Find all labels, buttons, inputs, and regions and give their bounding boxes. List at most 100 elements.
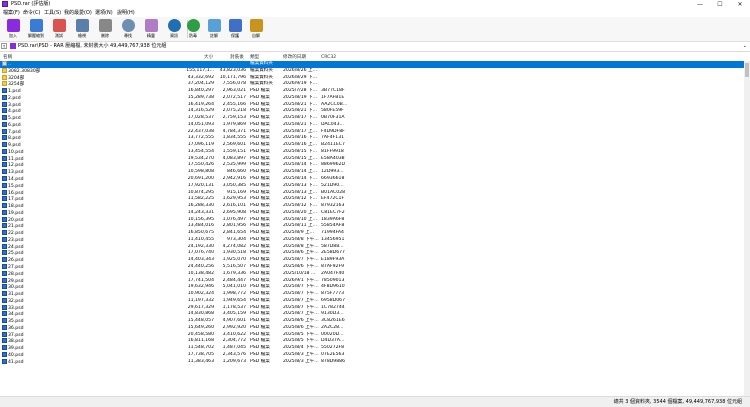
file-name: 16.psd bbox=[8, 190, 24, 196]
parent-folder-row[interactable]: .. 檔案資料夾 bbox=[0, 61, 750, 68]
file-row[interactable]: 27.psd 24,440,256 5,516,507 PSD 檔案 2025/8/6 … bbox=[0, 263, 750, 271]
extract-to-button[interactable]: 解壓縮到 bbox=[27, 18, 45, 40]
sfx-button[interactable]: 自解 bbox=[247, 18, 265, 40]
file-row[interactable]: 20.psd 10,156,395 1,076,497 PSD 檔案 2025/8/10… bbox=[0, 216, 750, 224]
file-row[interactable]: 22.psd 16,850,675 2,841,654 PSD 檔案 2025/8/9 … bbox=[0, 230, 750, 237]
cell-type: PSD 檔案 bbox=[250, 277, 270, 283]
file-row[interactable]: 13.psd 10,598,808 846,660 PSD 檔案 2025/8/14 上… bbox=[0, 169, 750, 176]
file-row[interactable]: 38.psd 16,811,168 2,304,772 PSD 檔案 2025/8/5 … bbox=[0, 338, 750, 345]
close-button[interactable]: ✕ bbox=[730, 0, 750, 9]
column-crc[interactable]: CRC32 bbox=[321, 54, 336, 61]
column-packed[interactable]: 封裝後 bbox=[230, 54, 244, 61]
add-button[interactable]: 加入 bbox=[4, 18, 22, 40]
virus-scan-button[interactable]: 防毒 bbox=[184, 18, 202, 40]
file-row[interactable]: 16.psd 10,874,295 915,169 PSD 檔案 2025/8/13 上… bbox=[0, 189, 750, 197]
file-row[interactable]: 39.psd 11,548,702 1,487,045 PSD 檔案 2025/8/4 … bbox=[0, 345, 750, 352]
file-row[interactable]: 31.psd 10,902,324 1,998,772 PSD 檔案 2025/8/7 … bbox=[0, 291, 750, 298]
cell-modified: 2025/8/21 下... bbox=[283, 108, 317, 114]
file-row[interactable]: 32.psd 11,197,332 1,949,654 PSD 檔案 2025/8/7 … bbox=[0, 297, 750, 305]
view-button[interactable]: 檢視 bbox=[73, 18, 91, 40]
menu-file[interactable]: 檔案(F) bbox=[3, 9, 20, 17]
file-row[interactable]: 26.psd 14,403,343 1,925,070 PSD 檔案 2025/8/7 … bbox=[0, 257, 750, 264]
menu-commands[interactable]: 命令(C) bbox=[23, 9, 40, 17]
cell-size: 17,076,740 bbox=[187, 250, 214, 256]
cell-size: 17,920,131 bbox=[187, 182, 214, 188]
file-row[interactable]: 34.psd 14,830,868 3,405,159 PSD 檔案 2025/8/7 … bbox=[0, 311, 750, 318]
address-dropdown[interactable]: ⌄ bbox=[743, 42, 747, 51]
cell-type: PSD 檔案 bbox=[250, 196, 270, 202]
cell-type: PSD 檔案 bbox=[250, 338, 270, 344]
file-row[interactable]: 6.psd 14,051,093 1,979,869 PSD 檔案 2025/8/21 … bbox=[0, 121, 750, 129]
delete-button[interactable]: 刪除 bbox=[96, 18, 114, 40]
cell-crc: 9130D3... bbox=[321, 311, 344, 317]
scrollbar-thumb[interactable] bbox=[745, 63, 749, 77]
file-row[interactable]: 33.psd 29,617,329 1,178,537 PSD 檔案 2025/8/7 … bbox=[0, 304, 750, 312]
file-row[interactable]: 30.psd 19,632,946 5,041,010 PSD 檔案 2025/8/7 … bbox=[0, 284, 750, 291]
file-row[interactable]: 11.psd 19,534,270 4,083,897 PSD 檔案 2025/8/15… bbox=[0, 155, 750, 163]
file-row[interactable]: 15.psd 17,920,131 3,050,385 PSD 檔案 2025/8/13… bbox=[0, 182, 750, 190]
file-row[interactable]: 14.psd 20,691,200 2,942,916 PSD 檔案 2025/8/14… bbox=[0, 176, 750, 183]
cell-size: 10,156,395 bbox=[187, 216, 214, 222]
file-row[interactable]: 37.psd 20,458,580 3,410,622 PSD 檔案 2025/8/5 … bbox=[0, 331, 750, 339]
file-list[interactable]: .. 檔案資料夾 3082.30830部 155,117,1... 43,823,036… bbox=[0, 61, 750, 396]
file-row[interactable]: 28.psd 10,138,482 1,679,336 PSD 檔案 2025/10/1… bbox=[0, 270, 750, 278]
column-modified[interactable]: 修改的日期 bbox=[283, 54, 306, 61]
psd-file-icon bbox=[2, 101, 7, 107]
cell-type: PSD 檔案 bbox=[250, 115, 270, 121]
cell-crc: F4D9DF8F bbox=[321, 128, 345, 134]
file-row[interactable]: 2.psd 15,289,738 2,072,517 PSD 檔案 2025/8/19 … bbox=[0, 94, 750, 102]
file-row[interactable]: 29.psd 17,741,504 2,484,447 PSD 檔案 2026/9/1 … bbox=[0, 277, 750, 285]
file-row[interactable]: 10.psd 13,454,554 1,559,151 PSD 檔案 2025/8/15… bbox=[0, 148, 750, 156]
file-row[interactable]: 36.psd 15,649,260 2,992,920 PSD 檔案 2025/8/6 … bbox=[0, 324, 750, 332]
cell-size: 14,316,529 bbox=[187, 108, 214, 114]
comment-button[interactable]: 註解 bbox=[205, 18, 223, 40]
folder-row[interactable]: 3254部 37,204,129 7,556,078 檔案資料夾 2026/9/19 下… bbox=[0, 81, 750, 88]
wizard-button[interactable]: 精靈 bbox=[142, 18, 160, 40]
maximize-button[interactable]: ☐ bbox=[710, 0, 730, 9]
cell-modified: 2025/7/28 下... bbox=[283, 88, 317, 94]
file-row[interactable]: 7.psd 22,437,038 4,784,371 PSD 檔案 2025/8/17 … bbox=[0, 128, 750, 136]
find-button[interactable]: 尋找 bbox=[119, 18, 137, 40]
column-name[interactable]: 名稱 bbox=[3, 54, 12, 61]
file-row[interactable]: 18.psd 16,288,330 2,616,101 PSD 檔案 2025/8/12… bbox=[0, 203, 750, 210]
file-row[interactable]: 9.psd 17,096,119 2,569,601 PSD 檔案 2025/8/16 … bbox=[0, 142, 750, 149]
file-row[interactable]: 19.psd 14,243,331 2,695,908 PSD 檔案 2025/8/20… bbox=[0, 209, 750, 217]
file-row[interactable]: 3.psd 16,419,264 2,455,166 PSD 檔案 2025/8/21 … bbox=[0, 101, 750, 109]
menu-tools[interactable]: 工具(S) bbox=[44, 9, 61, 17]
column-size[interactable]: 大小 bbox=[204, 54, 213, 61]
file-row[interactable]: 24.psd 24,192,330 4,274,082 PSD 檔案 2025/8/8 … bbox=[0, 243, 750, 251]
file-row[interactable]: 17.psd 11,582,225 1,629,953 PSD 檔案 2025/8/12… bbox=[0, 196, 750, 203]
cell-size: 19,534,270 bbox=[187, 155, 214, 161]
folder-row[interactable]: 3204部 43,332,692 10,171,796 檔案資料夾 2026/8/29 … bbox=[0, 74, 750, 82]
file-row[interactable]: 4.psd 14,316,529 2,075,218 PSD 檔案 2025/8/21 … bbox=[0, 108, 750, 115]
up-one-level-button[interactable]: ↑ bbox=[1, 43, 7, 49]
cell-type: PSD 檔案 bbox=[250, 162, 270, 168]
folder-row[interactable]: 3082.30830部 155,117,1... 43,823,036 檔案資料夾 20… bbox=[0, 67, 750, 75]
menu-help[interactable]: 說明(H) bbox=[117, 9, 135, 17]
test-button[interactable]: 測試 bbox=[50, 18, 68, 40]
file-row[interactable]: 12.psd 17,550,426 2,535,999 PSD 檔案 2025/8/14… bbox=[0, 162, 750, 169]
info-button[interactable]: 資訊 bbox=[165, 18, 183, 40]
cell-crc: 8869962D bbox=[321, 162, 345, 168]
psd-file-icon bbox=[2, 318, 7, 324]
cell-modified: 2025/8/7 上午... bbox=[283, 297, 319, 303]
vertical-scrollbar[interactable] bbox=[744, 61, 750, 396]
file-row[interactable]: 41.psd 11,383,463 1,209,673 PSD 檔案 2025/8/3 … bbox=[0, 358, 750, 366]
file-row[interactable]: 1.psd 16,840,297 2,963,021 PSD 檔案 2025/7/28 … bbox=[0, 88, 750, 95]
cell-crc: 81FF9918 bbox=[321, 148, 344, 154]
file-row[interactable]: 35.psd 15,448,057 4,907,601 PSD 檔案 2025/8/6 … bbox=[0, 318, 750, 325]
cell-crc: 4F8D9610 bbox=[321, 284, 345, 290]
file-row[interactable]: 25.psd 17,076,740 1,930,518 PSD 檔案 2025/8/6 … bbox=[0, 250, 750, 257]
protect-button[interactable]: 保護 bbox=[226, 18, 244, 40]
file-row[interactable]: 5.psd 17,028,537 2,759,153 PSD 檔案 2025/8/17 … bbox=[0, 115, 750, 122]
cell-type: 檔案資料夾 bbox=[250, 74, 273, 80]
file-row[interactable]: 21.psd 13,484,016 2,801,956 PSD 檔案 2025/8/11… bbox=[0, 223, 750, 230]
menu-options[interactable]: 選項(N) bbox=[95, 9, 113, 17]
file-row[interactable]: 23.psd 11,410,455 973,304 PSD 檔案 2025/8/8 下午… bbox=[0, 236, 750, 244]
cell-packed: 2,759,153 bbox=[222, 115, 246, 121]
column-type[interactable]: 類型 bbox=[250, 54, 259, 61]
minimize-button[interactable]: — bbox=[690, 0, 710, 9]
menu-favorites[interactable]: 我的最愛(O) bbox=[64, 9, 92, 17]
file-row[interactable]: 40.psd 17,738,705 2,343,576 PSD 檔案 2025/8/3 … bbox=[0, 351, 750, 359]
file-row[interactable]: 8.psd 13,772,555 1,834,555 PSD 檔案 2025/8/16 … bbox=[0, 135, 750, 142]
